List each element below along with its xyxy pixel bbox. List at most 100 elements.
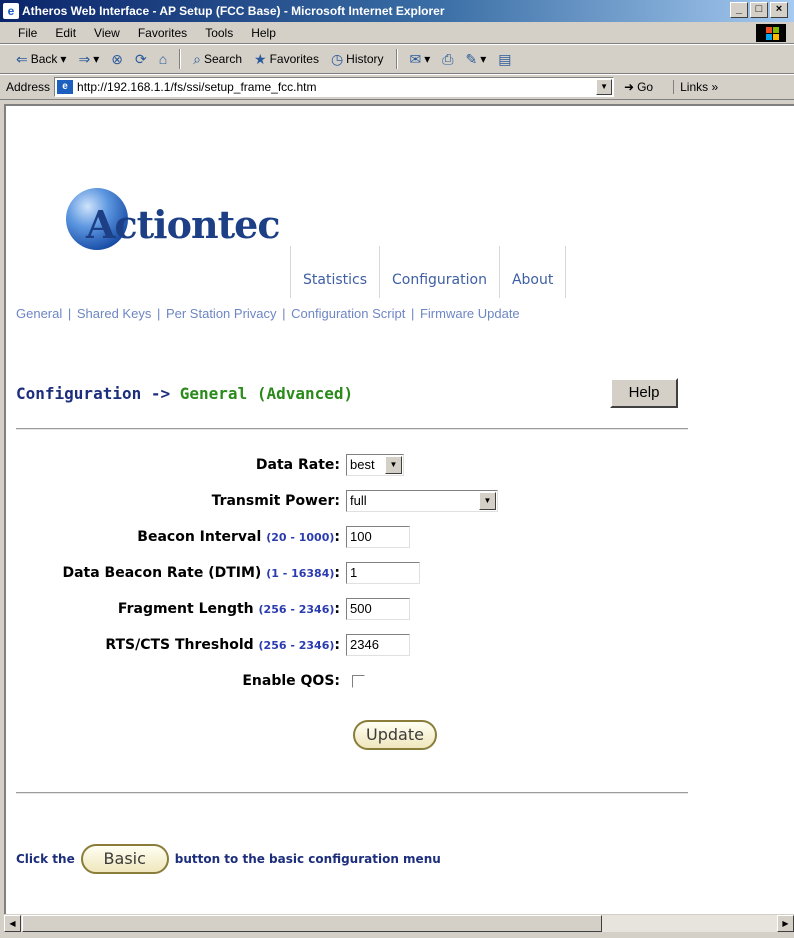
rts-cts-input[interactable]: 2346 (346, 634, 410, 656)
page-title: Configuration -> General (Advanced) (16, 384, 353, 403)
fragment-length-row: Fragment Length (256 - 2346): 500 (6, 596, 794, 622)
minimize-button[interactable]: _ (730, 2, 748, 18)
back-dropdown-icon[interactable]: ▾ (60, 52, 66, 66)
divider (16, 428, 688, 430)
search-button[interactable]: ⌕ Search (189, 49, 246, 70)
address-label: Address (6, 80, 51, 94)
subnav-separator: | (156, 306, 161, 321)
enable-qos-label: Enable QOS: (242, 673, 340, 689)
rts-cts-label: RTS/CTS Threshold (256 - 2346): (105, 637, 340, 653)
menu-edit[interactable]: Edit (47, 26, 86, 40)
menu-help[interactable]: Help (243, 26, 286, 40)
search-label: Search (204, 52, 243, 66)
dtim-row: Data Beacon Rate (DTIM) (1 - 16384): 1 (6, 560, 794, 586)
discuss-icon: ▤ (498, 50, 512, 67)
transmit-power-value: full (350, 493, 367, 508)
subnav-configuration-script[interactable]: Configuration Script (291, 306, 405, 321)
toolbar-separator (179, 49, 182, 69)
print-button[interactable]: ⎙ (438, 49, 457, 70)
nav-configuration[interactable]: Configuration (379, 246, 499, 298)
favorites-button[interactable]: ★ Favorites (250, 49, 323, 70)
nav-statistics[interactable]: Statistics (290, 246, 379, 298)
address-dropdown-icon[interactable]: ▼ (596, 79, 613, 95)
enable-qos-row: Enable QOS: (6, 668, 794, 694)
window-controls: _ □ × (730, 2, 788, 18)
beacon-interval-label: Beacon Interval (20 - 1000): (137, 529, 340, 545)
subnav-shared-keys[interactable]: Shared Keys (77, 306, 151, 321)
scroll-thumb[interactable] (22, 915, 602, 932)
transmit-power-select[interactable]: full ▼ (346, 490, 498, 512)
stop-button[interactable]: ⊗ (107, 49, 127, 70)
menu-view[interactable]: View (86, 26, 130, 40)
enable-qos-checkbox[interactable] (352, 674, 365, 688)
history-icon: ◷ (330, 50, 344, 67)
home-icon: ⌂ (158, 51, 168, 67)
top-nav: Statistics Configuration About (290, 246, 567, 298)
forward-button[interactable]: ⇒ ▾ (74, 49, 103, 70)
beacon-interval-range: (20 - 1000) (266, 531, 335, 544)
subnav-general[interactable]: General (16, 306, 62, 321)
menu-tools[interactable]: Tools (197, 26, 243, 40)
search-icon: ⌕ (193, 50, 201, 67)
history-button[interactable]: ◷ History (327, 49, 388, 70)
horizontal-scrollbar[interactable]: ◀ ▶ (4, 914, 794, 932)
help-button[interactable]: Help (610, 378, 678, 408)
menu-favorites[interactable]: Favorites (130, 26, 197, 40)
stop-icon: ⊗ (111, 50, 123, 67)
dtim-range: (1 - 16384) (266, 567, 335, 580)
windows-logo-icon (756, 24, 786, 42)
maximize-button[interactable]: □ (750, 2, 768, 18)
fragment-length-range: (256 - 2346) (258, 603, 335, 616)
toolbar-separator (395, 49, 398, 69)
print-icon: ⎙ (442, 50, 454, 67)
mail-dropdown-icon: ▾ (424, 52, 431, 66)
dtim-label: Data Beacon Rate (DTIM) (1 - 16384): (62, 565, 340, 581)
basic-button[interactable]: Basic (80, 844, 169, 874)
scroll-left-icon[interactable]: ◀ (4, 915, 21, 932)
refresh-button[interactable]: ⟳ (131, 49, 151, 70)
subnav-per-station-privacy[interactable]: Per Station Privacy (166, 306, 277, 321)
edit-dropdown-icon: ▾ (480, 52, 487, 66)
subnav-separator: | (282, 306, 286, 321)
nav-about[interactable]: About (498, 246, 567, 298)
history-label: History (346, 52, 384, 66)
data-rate-label: Data Rate: (255, 457, 340, 473)
data-rate-row: Data Rate: best ▼ (6, 452, 794, 478)
go-label: Go (637, 80, 654, 94)
beacon-interval-row: Beacon Interval (20 - 1000): 100 (6, 524, 794, 550)
footer-suffix: button to the basic configuration menu (174, 852, 441, 866)
links-button[interactable]: Links » (673, 80, 718, 94)
forward-dropdown-icon[interactable]: ▾ (93, 52, 99, 66)
window-titlebar: e Atheros Web Interface - AP Setup (FCC … (0, 0, 794, 22)
chevron-down-icon: ▼ (385, 456, 402, 474)
window-title: Atheros Web Interface - AP Setup (FCC Ba… (22, 4, 445, 18)
fragment-length-label: Fragment Length (256 - 2346): (117, 601, 340, 617)
back-button[interactable]: ⇐ Back ▾ (12, 49, 70, 70)
home-button[interactable]: ⌂ (155, 49, 171, 69)
back-arrow-icon: ⇐ (16, 50, 28, 67)
mail-icon: ✉ (409, 50, 422, 67)
dtim-input[interactable]: 1 (346, 562, 420, 584)
mail-button[interactable]: ✉ ▾ (406, 49, 435, 70)
go-button[interactable]: ➜ Go (624, 80, 653, 94)
discuss-button[interactable]: ▤ (494, 49, 515, 70)
forward-arrow-icon: ⇒ (78, 50, 91, 67)
fragment-length-input[interactable]: 500 (346, 598, 410, 620)
menu-file[interactable]: File (10, 26, 47, 40)
close-button[interactable]: × (770, 2, 788, 18)
scroll-right-icon[interactable]: ▶ (777, 915, 794, 932)
data-rate-select[interactable]: best ▼ (346, 454, 404, 476)
subnav-separator: | (67, 306, 72, 321)
address-input[interactable]: e http://192.168.1.1/fs/ssi/setup_frame_… (54, 77, 615, 97)
address-url: http://192.168.1.1/fs/ssi/setup_frame_fc… (77, 80, 317, 94)
page-icon: e (57, 80, 74, 94)
update-button[interactable]: Update (353, 720, 437, 750)
subnav-firmware-update[interactable]: Firmware Update (420, 306, 520, 321)
favorites-icon: ★ (254, 50, 267, 67)
rts-cts-range: (256 - 2346) (258, 639, 335, 652)
refresh-icon: ⟳ (134, 50, 147, 67)
logo-wordmark: Actiontec (86, 202, 280, 247)
edit-button[interactable]: ✎ ▾ (461, 49, 490, 70)
transmit-power-label: Transmit Power: (211, 493, 340, 509)
beacon-interval-input[interactable]: 100 (346, 526, 410, 548)
